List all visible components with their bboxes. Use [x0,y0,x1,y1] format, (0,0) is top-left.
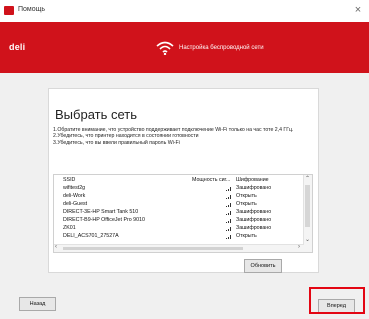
back-button[interactable]: Назад [19,297,56,311]
network-security: Открыть [236,201,257,207]
app-icon [4,6,14,15]
network-security: Зашифровано [236,185,272,191]
table-row[interactable]: deli-Work Открыть [54,192,304,200]
network-list[interactable]: SSID Мощность сиг... Шифрование wifitest… [53,174,313,253]
content-area: Выбрать сеть 1.Обратите внимание, что ус… [0,73,369,319]
column-signal[interactable]: Мощность сиг... [192,176,230,184]
network-panel: Выбрать сеть 1.Обратите внимание, что ус… [48,88,319,273]
instruction-line: 3.Убедитесь, что вы ввели правильный пар… [53,139,180,146]
network-ssid: ZK01 [63,225,76,231]
table-row[interactable]: wifitest2g Зашифровано [54,184,304,192]
header-banner: deli Настройка беспроводной сети [0,22,369,73]
signal-icon [226,234,232,239]
network-ssid: wifitest2g [63,185,86,191]
wifi-icon [156,41,174,55]
column-ssid[interactable]: SSID [63,176,75,184]
table-row[interactable]: deli-Guest Открыть [54,200,304,208]
signal-icon [226,194,232,199]
network-security: Открыть [236,193,257,199]
scroll-up-icon[interactable]: ⌃ [305,175,310,182]
next-button-highlight [309,287,365,314]
scroll-down-icon[interactable]: ⌄ [305,236,310,243]
page-title: Выбрать сеть [55,107,137,122]
table-row[interactable]: DIRECT-3E-HP Smart Tank 510 Зашифровано [54,208,304,216]
network-ssid: DIRECT-B9-HP OfficeJet Pro 9010 [63,217,145,223]
signal-icon [226,210,232,215]
banner-title: Настройка беспроводной сети [179,45,264,51]
network-ssid: DIRECT-3E-HP Smart Tank 510 [63,209,139,215]
scroll-thumb[interactable] [305,185,310,227]
signal-icon [226,202,232,207]
table-row[interactable]: DELI_ACS701_27527A Открыть [54,232,304,240]
signal-icon [226,218,232,223]
network-security: Зашифровано [236,225,272,231]
network-ssid: deli-Guest [63,201,88,207]
column-security[interactable]: Шифрование [236,176,269,184]
network-ssid: DELI_ACS701_27527A [63,233,119,239]
table-header: SSID Мощность сиг... Шифрование [54,176,304,184]
signal-icon [226,186,232,191]
network-security: Зашифровано [236,217,272,223]
title-bar: Помощь × [0,0,369,22]
window-title: Помощь [18,6,46,13]
deli-logo: deli [9,42,26,52]
table-row[interactable]: DIRECT-B9-HP OfficeJet Pro 9010 Зашифров… [54,216,304,224]
vertical-scrollbar[interactable]: ⌃ ⌄ [303,175,312,252]
network-ssid: deli-Work [63,193,86,199]
refresh-button[interactable]: Обновить [244,259,282,273]
signal-icon [226,226,232,231]
network-security: Зашифровано [236,209,272,215]
scroll-left-icon[interactable]: ‹ [55,244,57,250]
instructions: 1.Обратите внимание, что устройство подд… [53,127,315,146]
scroll-thumb[interactable] [63,247,243,250]
horizontal-scrollbar[interactable]: ‹ › [54,244,304,252]
table-row[interactable]: ZK01 Зашифровано [54,224,304,232]
scroll-right-icon[interactable]: › [298,244,300,250]
close-button[interactable]: × [351,3,365,17]
network-security: Открыть [236,233,257,239]
